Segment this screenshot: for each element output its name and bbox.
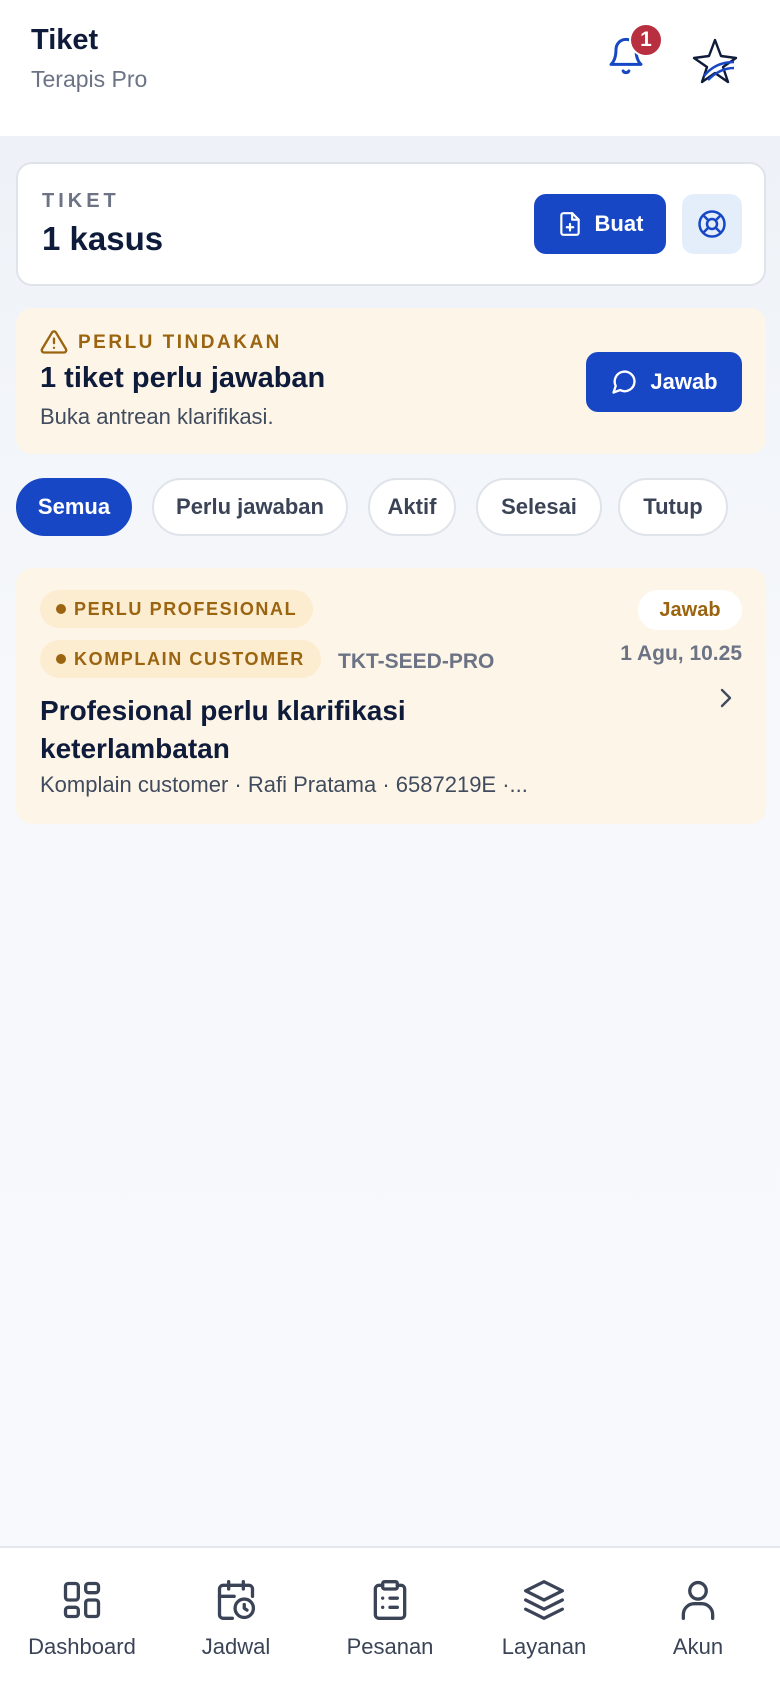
summary-label: TIKET <box>42 190 120 212</box>
help-button[interactable] <box>682 194 742 254</box>
ticket-list-item[interactable]: PERLU PROFESIONAL Jawab KOMPLAIN CUSTOME… <box>16 568 766 824</box>
action-title: 1 tiket perlu jawaban <box>40 362 326 394</box>
nav-label-jadwal: Jadwal <box>201 1634 271 1659</box>
ticket-summary-card: TIKET 1 kasus Buat <box>16 162 766 286</box>
page-title: Tiket <box>31 24 99 56</box>
ticket-title: Profesional perlu klarifikasi keterlamba… <box>40 695 406 764</box>
filter-chip-semua[interactable]: Semua <box>16 478 132 536</box>
nav-item-akun[interactable]: Akun <box>628 1548 768 1688</box>
page-subtitle: Terapis Pro <box>31 66 148 92</box>
lifebuoy-icon <box>698 210 726 238</box>
action-required-card: PERLU TINDAKAN 1 tiket perlu jawaban Buk… <box>16 308 766 454</box>
action-subtitle: Buka antrean klarifikasi. <box>40 404 274 429</box>
nav-item-layanan[interactable]: Layanan <box>474 1548 614 1688</box>
nav-label-dashboard: Dashboard <box>28 1634 136 1659</box>
nav-item-jadwal[interactable]: Jadwal <box>166 1548 306 1688</box>
ticket-code: TKT-SEED-PRO <box>338 650 495 673</box>
filter-chip-perlu-jawaban[interactable]: Perlu jawaban <box>152 478 348 536</box>
dashboard-icon <box>63 1581 101 1619</box>
layers-icon <box>524 1580 564 1620</box>
nav-label-akun: Akun <box>672 1634 724 1659</box>
category-tag: KOMPLAIN CUSTOMER <box>40 640 321 678</box>
filter-chip-aktif[interactable]: Aktif <box>368 478 456 536</box>
ticket-date: 1 Agu, 10.25 <box>620 642 742 665</box>
filter-chip-tutup[interactable]: Tutup <box>618 478 728 536</box>
tag-secondary-label: KOMPLAIN CUSTOMER <box>74 648 305 669</box>
file-plus-icon <box>559 212 580 236</box>
message-circle-icon <box>612 370 637 394</box>
create-ticket-button[interactable]: Buat <box>534 194 666 254</box>
clipboard-list-icon <box>373 1580 407 1620</box>
nav-item-dashboard[interactable]: Dashboard <box>12 1548 152 1688</box>
status-badge: Jawab <box>638 590 742 630</box>
tag-dot <box>56 604 66 614</box>
status-tag-primary: PERLU PROFESIONAL <box>40 590 314 628</box>
summary-count: 1 kasus <box>42 220 164 257</box>
reply-button[interactable]: Jawab <box>586 352 742 412</box>
tag-dot <box>56 654 66 664</box>
brand-logo <box>690 36 740 86</box>
ticket-meta: Komplain customer · Rafi Pratama · 65872… <box>40 772 528 797</box>
chevron-right-icon <box>720 688 732 708</box>
calendar-clock-icon <box>217 1580 256 1620</box>
action-label: PERLU TINDAKAN <box>78 332 282 353</box>
bottom-navigation: Dashboard Jadwal Pesanan Layanan Akun <box>0 1546 780 1688</box>
nav-label-layanan: Layanan <box>501 1634 587 1659</box>
tag-primary-label: PERLU PROFESIONAL <box>74 598 298 619</box>
create-ticket-label: Buat <box>594 211 644 236</box>
warning-icon <box>40 330 68 354</box>
app-header: Tiket Terapis Pro 1 <box>0 0 780 136</box>
filter-chip-selesai[interactable]: Selesai <box>476 478 602 536</box>
reply-button-label: Jawab <box>650 369 718 394</box>
nav-item-pesanan[interactable]: Pesanan <box>320 1548 460 1688</box>
user-icon <box>681 1580 715 1620</box>
nav-label-pesanan: Pesanan <box>346 1634 434 1659</box>
notification-badge: 1 <box>629 23 663 57</box>
